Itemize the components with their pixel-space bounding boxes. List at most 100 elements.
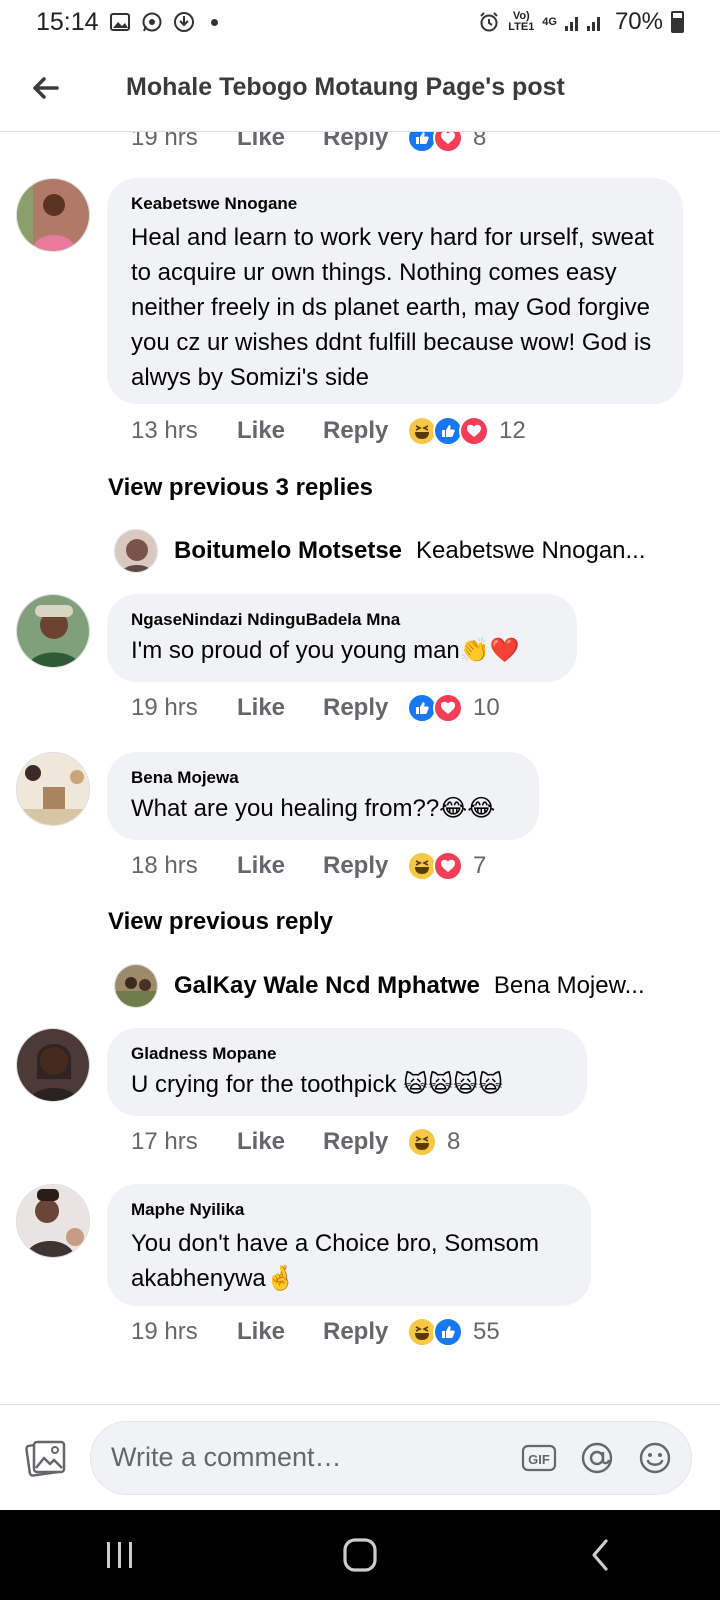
system-back-button[interactable]: [560, 1525, 640, 1585]
avatar[interactable]: [16, 1028, 90, 1102]
gallery-notification-icon: [109, 13, 130, 31]
reaction-summary[interactable]: 8: [407, 132, 486, 153]
comment-bubble[interactable]: Bena Mojewa What are you healing from??😂…: [107, 752, 539, 840]
comment-bubble[interactable]: NgaseNindazi NdinguBadela Mna I'm so pro…: [107, 594, 577, 682]
comment-bubble[interactable]: Maphe Nyilika You don't have a Choice br…: [107, 1184, 591, 1306]
add-photo-button[interactable]: [24, 1436, 68, 1480]
comment-time: 19 hrs: [131, 132, 198, 151]
comment-text: What are you healing from??😂😂: [131, 795, 496, 822]
comment-text: I'm so proud of you young man👏❤️: [131, 637, 520, 664]
like-button[interactable]: Like: [237, 852, 323, 880]
gif-label: GIF: [528, 1452, 550, 1467]
like-button[interactable]: Like: [237, 694, 323, 722]
reply-button[interactable]: Reply: [323, 1318, 407, 1346]
gif-icon: GIF: [521, 1444, 557, 1471]
reply-preview[interactable]: GalKay Wale Ncd Mphatwe Bena Mojew...: [114, 963, 645, 1009]
comment-meta-row: 19 hrs Like Reply 8: [131, 132, 486, 156]
reaction-count: 55: [473, 1318, 500, 1345]
like-button[interactable]: Like: [237, 1128, 323, 1156]
reply-button[interactable]: Reply: [323, 417, 407, 445]
reaction-count: 10: [473, 694, 500, 721]
reply-author-name: Boitumelo Motsetse: [174, 537, 403, 564]
reply-author-name: GalKay Wale Ncd Mphatwe: [174, 972, 480, 999]
photo-icon: [25, 1440, 66, 1477]
reaction-summary[interactable]: 12: [407, 416, 526, 446]
commenter-name[interactable]: Gladness Mopane: [131, 1044, 563, 1064]
recent-apps-button[interactable]: [80, 1525, 160, 1585]
reply-button[interactable]: Reply: [323, 694, 407, 722]
reaction-count: 8: [447, 1128, 461, 1155]
volte-label: Vo) LTE1: [508, 10, 535, 33]
reply-snippet: Bena Mojew...: [493, 972, 645, 999]
mention-icon: [581, 1442, 613, 1473]
haha-reaction-icon: [407, 1127, 437, 1157]
chevron-left-icon: [592, 1539, 608, 1571]
emoji-button[interactable]: [637, 1440, 673, 1476]
like-button[interactable]: Like: [237, 132, 323, 152]
comment-bubble[interactable]: Keabetswe Nnogane Heal and learn to work…: [107, 178, 683, 404]
alarm-icon: [480, 12, 498, 32]
network-gen-label: 4G: [542, 15, 557, 28]
avatar[interactable]: [16, 752, 90, 826]
comments-list[interactable]: 19 hrs Like Reply 8 Keabetswe Nnogane He…: [0, 132, 720, 1404]
comment-meta-row: 19 hrs Like Reply 10: [131, 690, 500, 726]
love-reaction-icon: [459, 416, 489, 446]
reply-snippet: Keabetswe Nnogan...: [416, 537, 646, 564]
battery-percent: 70%: [614, 8, 663, 35]
recent-apps-icon: [107, 1542, 132, 1568]
view-previous-replies-button[interactable]: View previous 3 replies: [108, 474, 373, 502]
view-previous-replies-button[interactable]: View previous reply: [108, 908, 333, 936]
avatar: [114, 964, 158, 1008]
like-button[interactable]: Like: [237, 1318, 323, 1346]
status-bar: 15:14 Vo) LTE1 4G 70%: [0, 0, 720, 44]
system-nav-bar: [0, 1510, 720, 1600]
comment-bubble[interactable]: Gladness Mopane U crying for the toothpi…: [107, 1028, 587, 1116]
like-button[interactable]: Like: [237, 417, 323, 445]
reaction-summary[interactable]: 10: [407, 693, 500, 723]
comment-time: 19 hrs: [131, 1318, 198, 1345]
gif-button[interactable]: GIF: [521, 1440, 557, 1476]
page-title: Mohale Tebogo Motaung Page's post: [126, 73, 565, 101]
comment-composer: GIF: [0, 1404, 720, 1510]
comment-input[interactable]: [111, 1442, 499, 1473]
more-notifications-dot: [210, 18, 218, 26]
reply-button[interactable]: Reply: [323, 1128, 407, 1156]
comment-time: 18 hrs: [131, 852, 198, 879]
reaction-summary[interactable]: 7: [407, 851, 486, 881]
reaction-summary[interactable]: 55: [407, 1317, 500, 1347]
status-time: 15:14: [36, 7, 99, 36]
comment-meta-row: 19 hrs Like Reply 55: [131, 1314, 500, 1350]
home-button[interactable]: [320, 1525, 400, 1585]
avatar[interactable]: [16, 594, 90, 668]
emoji-icon: [639, 1442, 671, 1473]
comment-time: 17 hrs: [131, 1128, 198, 1155]
reply-button[interactable]: Reply: [323, 852, 407, 880]
love-reaction-icon: [433, 851, 463, 881]
comment-text: U crying for the toothpick 🙀🙀🙀🙀: [131, 1071, 504, 1098]
commenter-name[interactable]: NgaseNindazi NdinguBadela Mna: [131, 610, 553, 630]
reply-button[interactable]: Reply: [323, 132, 407, 152]
commenter-name[interactable]: Bena Mojewa: [131, 768, 515, 788]
reaction-count: 12: [499, 417, 526, 444]
reply-preview[interactable]: Boitumelo Motsetse Keabetswe Nnogan...: [114, 528, 646, 574]
reaction-summary[interactable]: 8: [407, 1127, 460, 1157]
download-notification-icon: [173, 12, 194, 32]
signal-icon: [564, 17, 600, 31]
comment-time: 19 hrs: [131, 694, 198, 721]
comment-meta-row: 18 hrs Like Reply 7: [131, 848, 486, 884]
avatar: [114, 529, 158, 573]
avatar[interactable]: [16, 1184, 90, 1258]
mention-button[interactable]: [579, 1440, 615, 1476]
comment-meta-row: 13 hrs Like Reply 12: [131, 413, 526, 449]
comment-text: Heal and learn to work very hard for urs…: [131, 224, 654, 391]
commenter-name[interactable]: Maphe Nyilika: [131, 1200, 567, 1220]
commenter-name[interactable]: Keabetswe Nnogane: [131, 194, 659, 214]
reaction-count: 7: [473, 852, 487, 879]
avatar[interactable]: [16, 178, 90, 252]
love-reaction-icon: [433, 132, 463, 153]
whatsapp-notification-icon: [142, 12, 162, 32]
back-button[interactable]: [20, 63, 70, 113]
comment-text: You don't have a Choice bro, Somsom akab…: [131, 1230, 539, 1292]
reaction-count: 8: [473, 132, 487, 151]
comment-input-box[interactable]: GIF: [90, 1420, 692, 1495]
